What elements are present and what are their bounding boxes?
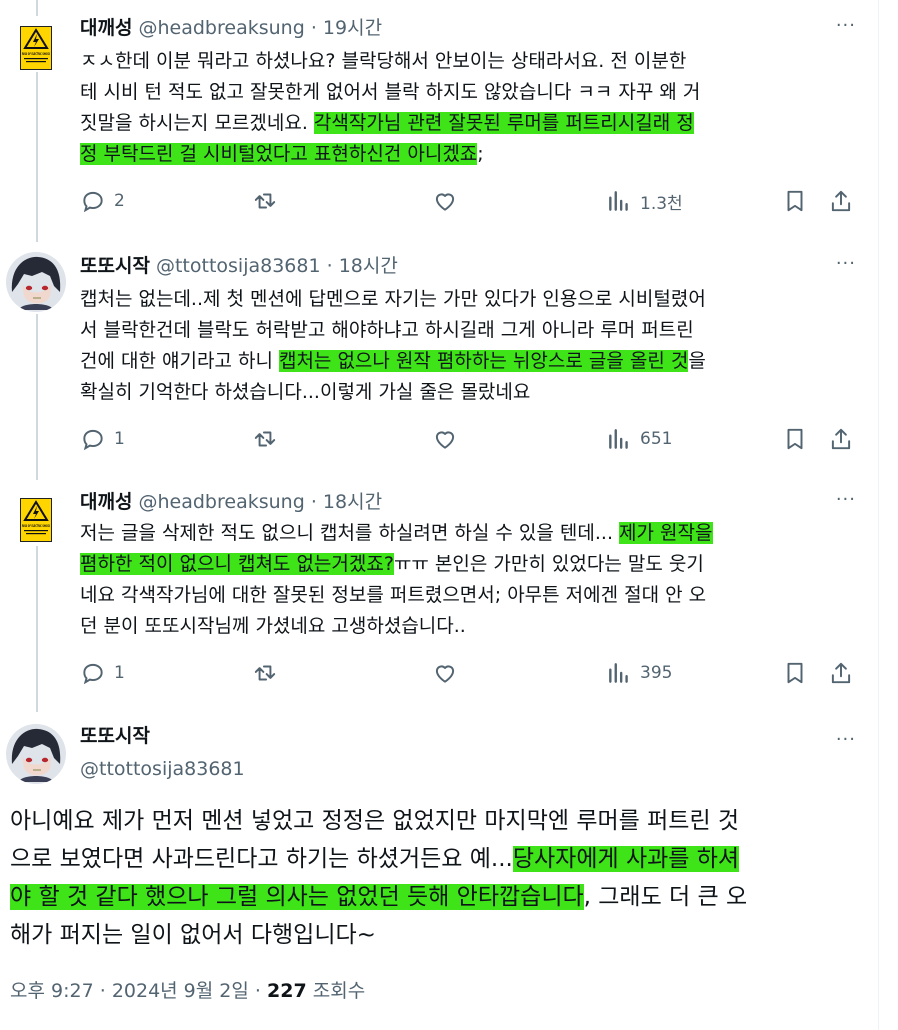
views-icon — [609, 191, 628, 211]
avatar[interactable] — [6, 252, 66, 312]
reply-count: 2 — [114, 191, 125, 211]
tweet[interactable]: RISK OF ELECTRIC SHOCK 대깨성 @headbreaksun… — [0, 14, 878, 234]
views-button[interactable]: 1.3천 — [606, 186, 683, 216]
views-button[interactable]: 651 — [606, 424, 672, 454]
tweet-text: ㅈㅅ한데 이분 뭐라고 하셨나요? 블락당해서 안보이는 상태라서요. 전 이분… — [80, 46, 865, 170]
views-icon — [609, 663, 628, 683]
reply-icon — [83, 191, 103, 213]
separator: · — [254, 980, 261, 1002]
tweet-header: 대깨성 @headbreaksung · 18시간 — [80, 488, 382, 516]
heart-icon — [435, 665, 455, 683]
anime-character-avatar-icon — [6, 724, 66, 784]
bookmark-button[interactable] — [782, 186, 808, 216]
share-icon — [831, 428, 851, 450]
bookmark-icon — [787, 428, 803, 450]
reply-button[interactable]: 1 — [80, 658, 125, 688]
reply-count: 1 — [114, 429, 125, 449]
text-plain: 저는 글을 삭제한 적도 없으니 캡처를 하실려면 하실 수 있을 텐데... — [80, 522, 620, 544]
retweet-button[interactable] — [252, 424, 278, 454]
tweet[interactable]: 또또시작 @ttottosija83681 · 18시간 ··· 캡처는 없는데… — [0, 252, 878, 472]
avatar-caption: RISK OF ELECTRIC SHOCK — [22, 524, 50, 528]
share-icon — [831, 662, 851, 684]
text-tail: ; — [477, 143, 484, 165]
tweet-text: 아니예요 제가 먼저 멘션 넣었고 정정은 없었지만 마지막엔 루머를 퍼트린 … — [10, 802, 870, 954]
like-button[interactable] — [432, 424, 458, 454]
reply-icon — [83, 663, 103, 685]
share-icon — [831, 190, 851, 212]
reply-count: 1 — [114, 663, 125, 683]
share-button[interactable] — [828, 424, 854, 454]
post-date[interactable]: 2024년 9월 2일 — [112, 980, 249, 1002]
tweet-text: 저는 글을 삭제한 적도 없으니 캡처를 하실려면 하실 수 있을 텐데... … — [80, 518, 865, 642]
avatar[interactable] — [6, 724, 66, 784]
retweet-button[interactable] — [252, 658, 278, 688]
tweet[interactable]: RISK OF ELECTRIC SHOCK 대깨성 @headbreaksun… — [0, 488, 878, 708]
more-options-icon[interactable]: ··· — [836, 252, 856, 276]
display-name[interactable]: 또또시작 — [80, 722, 150, 750]
electric-shock-warning-icon: RISK OF ELECTRIC SHOCK — [20, 26, 52, 70]
avatar-caption: RISK OF ELECTRIC SHOCK — [22, 52, 50, 56]
more-options-icon[interactable]: ··· — [836, 488, 856, 512]
reply-icon — [83, 429, 103, 451]
retweet-icon — [254, 665, 276, 681]
heart-icon — [435, 193, 455, 211]
like-button[interactable] — [432, 658, 458, 688]
avatar[interactable]: RISK OF ELECTRIC SHOCK — [20, 26, 52, 70]
avatar[interactable]: RISK OF ELECTRIC SHOCK — [20, 498, 52, 542]
display-name[interactable]: 대깨성 — [80, 491, 132, 513]
separator: · — [310, 491, 317, 513]
tweet-time[interactable]: 18시간 — [323, 491, 382, 513]
views-count: 227 — [267, 980, 307, 1002]
bookmark-button[interactable] — [782, 424, 808, 454]
user-handle[interactable]: @headbreaksung — [139, 491, 305, 513]
more-options-icon[interactable]: ··· — [836, 728, 856, 752]
tweet-time[interactable]: 18시간 — [339, 255, 398, 277]
reply-button[interactable]: 2 — [80, 186, 125, 216]
bookmark-icon — [787, 190, 803, 212]
action-bar: 1 651 — [80, 424, 860, 454]
views-count: 651 — [640, 429, 673, 449]
views-count: 395 — [640, 663, 673, 683]
display-name[interactable]: 대깨성 — [80, 17, 132, 39]
bookmark-icon — [787, 662, 803, 684]
text-highlight: 캡처는 없으나 원작 폄하하는 뉘앙스로 글을 올린 것 — [278, 350, 689, 372]
display-name[interactable]: 또또시작 — [80, 255, 150, 277]
share-button[interactable] — [828, 658, 854, 688]
views-label: 조회수 — [312, 980, 366, 1002]
electric-shock-warning-icon: RISK OF ELECTRIC SHOCK — [20, 498, 52, 542]
bookmark-button[interactable] — [782, 658, 808, 688]
tweet-header: 또또시작 @ttottosija83681 · 18시간 — [80, 252, 398, 280]
separator: · — [326, 255, 333, 277]
user-handle[interactable]: @headbreaksung — [139, 17, 305, 39]
like-button[interactable] — [432, 186, 458, 216]
tweet-time[interactable]: 19시간 — [323, 17, 382, 39]
tweet-text: 캡처는 없는데..제 첫 멘션에 답멘으로 자기는 가만 있다가 인용으로 시비… — [80, 284, 865, 408]
views-icon — [609, 429, 628, 449]
anime-character-avatar-icon — [6, 252, 66, 312]
retweet-button[interactable] — [252, 186, 278, 216]
user-handle[interactable]: @ttottosija83681 — [80, 755, 245, 783]
tweet-header: 대깨성 @headbreaksung · 19시간 — [80, 14, 382, 42]
separator: · — [310, 17, 317, 39]
main-tweet: 또또시작 @ttottosija83681 ··· 아니예요 제가 먼저 멘션 … — [0, 722, 878, 1022]
user-handle[interactable]: @ttottosija83681 — [156, 255, 321, 277]
more-options-icon[interactable]: ··· — [836, 14, 856, 38]
views-count: 1.3천 — [640, 193, 683, 214]
views-button[interactable]: 395 — [606, 658, 672, 688]
action-bar: 1 395 — [80, 658, 860, 688]
heart-icon — [435, 431, 455, 449]
post-time[interactable]: 오후 9:27 — [10, 980, 94, 1002]
retweet-icon — [254, 431, 276, 447]
tweet-metadata: 오후 9:27 · 2024년 9월 2일 · 227 조회수 — [10, 976, 365, 1003]
action-bar: 2 1.3천 — [80, 186, 860, 216]
right-border — [878, 0, 879, 1030]
retweet-icon — [254, 193, 276, 209]
separator: · — [99, 980, 106, 1002]
reply-button[interactable]: 1 — [80, 424, 125, 454]
share-button[interactable] — [828, 186, 854, 216]
